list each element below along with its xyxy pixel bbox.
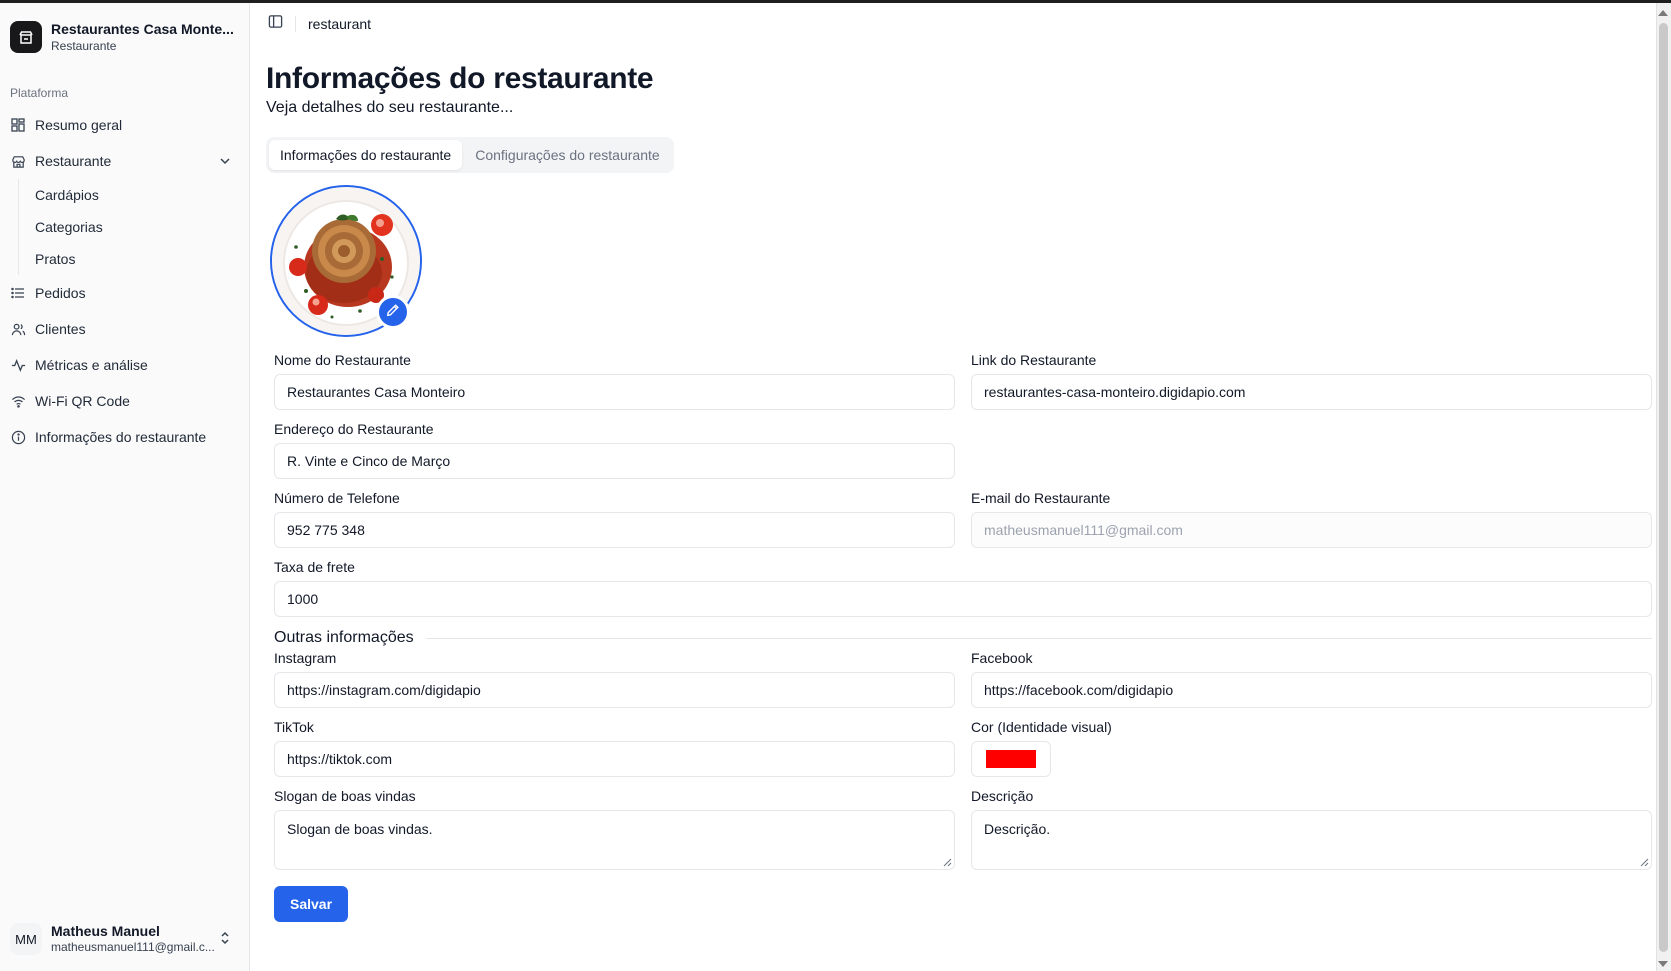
sidebar-item-informacoes[interactable]: Informações do restaurante	[0, 419, 249, 455]
sidebar: Restaurantes Casa Monte... Restaurante P…	[0, 3, 250, 971]
avatar: MM	[10, 923, 42, 955]
color-picker[interactable]	[971, 741, 1051, 777]
description-value: Descrição.	[984, 821, 1051, 837]
activity-icon	[10, 357, 26, 373]
chevrons-up-down-icon[interactable]	[219, 930, 231, 951]
app-window: Restaurantes Casa Monte... Restaurante P…	[0, 3, 1656, 971]
chevron-down-icon[interactable]	[219, 154, 231, 170]
sidebar-subitem-cardapios[interactable]: Cardápios	[35, 179, 249, 211]
tiktok-input[interactable]: https://tiktok.com	[274, 741, 955, 777]
facebook-input[interactable]: https://facebook.com/digidapio	[971, 672, 1652, 708]
restaurante-submenu: Cardápios Categorias Pratos	[18, 179, 249, 275]
name-label: Nome do Restaurante	[274, 352, 411, 368]
main-content: restaurant Informações do restaurante Ve…	[250, 3, 1668, 971]
pencil-icon	[386, 303, 400, 322]
edit-photo-button[interactable]	[376, 295, 410, 329]
scroll-up-icon[interactable]	[1658, 10, 1668, 16]
sidebar-item-restaurante[interactable]: Restaurante	[0, 143, 249, 179]
description-textarea[interactable]: Descrição.	[971, 810, 1652, 870]
user-menu[interactable]: MM Matheus Manuel matheusmanuel111@gmail…	[0, 915, 249, 963]
brand-subtitle: Restaurante	[51, 38, 117, 53]
brand-name: Restaurantes Casa Monte...	[51, 20, 234, 37]
restaurant-photo-uploader[interactable]	[270, 185, 422, 337]
list-icon	[10, 285, 26, 301]
slogan-textarea[interactable]: Slogan de boas vindas.	[274, 810, 955, 870]
description-label: Descrição	[971, 788, 1034, 804]
sidebar-item-resumo-geral[interactable]: Resumo geral	[0, 107, 249, 143]
sidebar-item-label: Métricas e análise	[35, 357, 148, 373]
sidebar-nav: Resumo geral Restaurante Cardápios Categ…	[0, 107, 249, 455]
sidebar-item-label: Wi-Fi QR Code	[35, 393, 130, 409]
restaurant-address-input[interactable]: R. Vinte e Cinco de Março	[274, 443, 955, 479]
facebook-label: Facebook	[971, 650, 1033, 666]
sidebar-section-label: Plataforma	[10, 86, 69, 100]
sidebar-item-label: Resumo geral	[35, 117, 123, 133]
tab-informacoes[interactable]: Informações do restaurante	[269, 140, 463, 170]
color-label: Cor (Identidade visual)	[971, 719, 1112, 735]
user-email: matheusmanuel111@gmail.c...	[51, 940, 215, 954]
sidebar-subitem-pratos[interactable]: Pratos	[35, 243, 249, 275]
shipping-fee-input[interactable]: 1000	[274, 581, 1652, 617]
address-label: Endereço do Restaurante	[274, 421, 434, 437]
users-icon	[10, 321, 26, 337]
other-info-title: Outras informações	[274, 629, 414, 646]
save-button[interactable]: Salvar	[274, 886, 349, 922]
sidebar-toggle-icon[interactable]	[268, 14, 283, 34]
instagram-label: Instagram	[274, 650, 337, 666]
link-label: Link do Restaurante	[971, 352, 1097, 368]
sidebar-item-clientes[interactable]: Clientes	[0, 311, 249, 347]
section-divider	[425, 637, 1652, 639]
breadcrumb[interactable]: restaurant	[308, 16, 371, 32]
tab-configuracoes[interactable]: Configurações do restaurante	[464, 140, 670, 170]
slogan-label: Slogan de boas vindas	[274, 788, 416, 804]
sidebar-item-label: Restaurante	[35, 153, 112, 169]
restaurant-link-input[interactable]: restaurantes-casa-monteiro.digidapio.com	[971, 374, 1652, 410]
sidebar-item-label: Clientes	[35, 321, 86, 337]
tiktok-label: TikTok	[274, 719, 314, 735]
color-swatch	[986, 750, 1036, 768]
instagram-input[interactable]: https://instagram.com/digidapio	[274, 672, 955, 708]
scrollbar[interactable]	[1656, 3, 1671, 971]
sidebar-item-label: Informações do restaurante	[35, 429, 207, 445]
resize-handle-icon[interactable]	[1640, 858, 1649, 867]
store-logo-icon	[10, 20, 42, 53]
dashboard-icon	[10, 117, 26, 133]
topbar: restaurant	[266, 3, 1652, 45]
user-name: Matheus Manuel	[51, 923, 160, 939]
restaurant-name-input[interactable]: Restaurantes Casa Monteiro	[274, 374, 955, 410]
slogan-value: Slogan de boas vindas.	[287, 821, 433, 837]
sidebar-subitem-categorias[interactable]: Categorias	[35, 211, 249, 243]
store-icon	[10, 153, 26, 169]
topbar-divider	[295, 16, 296, 32]
sidebar-item-pedidos[interactable]: Pedidos	[0, 275, 249, 311]
sidebar-item-label: Pedidos	[35, 285, 86, 301]
sidebar-item-wifi-qr[interactable]: Wi-Fi QR Code	[0, 383, 249, 419]
email-label: E-mail do Restaurante	[971, 490, 1111, 506]
page-title: Informações do restaurante	[266, 62, 654, 95]
scrollbar-thumb[interactable]	[1659, 23, 1668, 952]
phone-input[interactable]: 952 775 348	[274, 512, 955, 548]
resize-handle-icon[interactable]	[943, 858, 952, 867]
brand-switcher[interactable]: Restaurantes Casa Monte... Restaurante	[0, 3, 249, 55]
wifi-icon	[10, 393, 26, 409]
email-field[interactable]: matheusmanuel111@gmail.com	[971, 512, 1652, 548]
page-subtitle: Veja detalhes do seu restaurante...	[266, 99, 514, 116]
shipping-label: Taxa de frete	[274, 559, 355, 575]
tab-list: Informações do restaurante Configurações…	[266, 137, 674, 173]
info-icon	[10, 429, 26, 445]
other-info-heading: Outras informações	[274, 629, 1652, 647]
scroll-down-icon[interactable]	[1658, 961, 1668, 967]
sidebar-item-metricas[interactable]: Métricas e análise	[0, 347, 249, 383]
phone-label: Número de Telefone	[274, 490, 400, 506]
restaurant-form: Nome do Restaurante Restaurantes Casa Mo…	[274, 351, 1652, 922]
